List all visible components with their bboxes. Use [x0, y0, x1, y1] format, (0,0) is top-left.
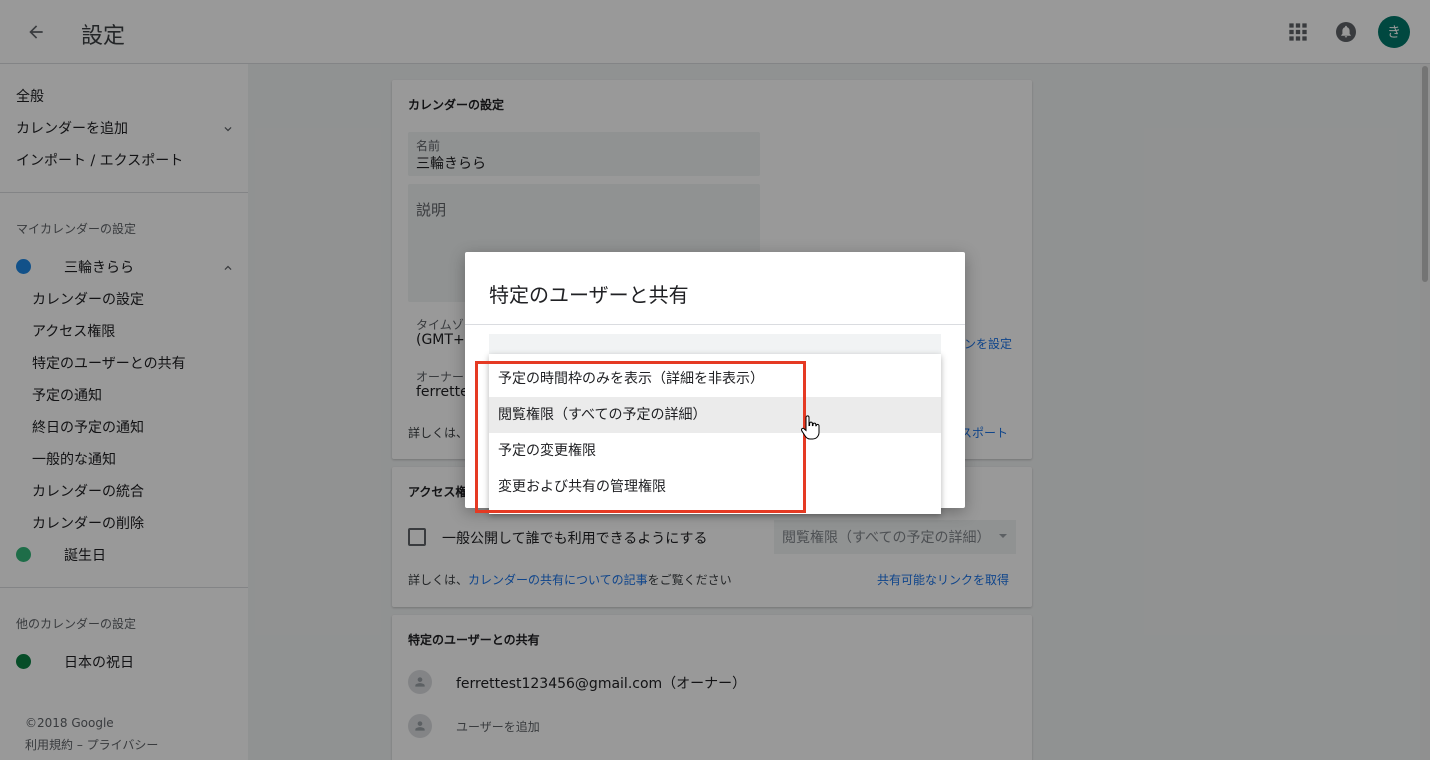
annotation-highlight-box	[475, 361, 806, 513]
dialog-divider	[465, 324, 965, 325]
dialog-title: 特定のユーザーと共有	[489, 283, 689, 307]
email-input[interactable]	[489, 334, 941, 354]
hand-pointer-icon	[800, 415, 820, 441]
